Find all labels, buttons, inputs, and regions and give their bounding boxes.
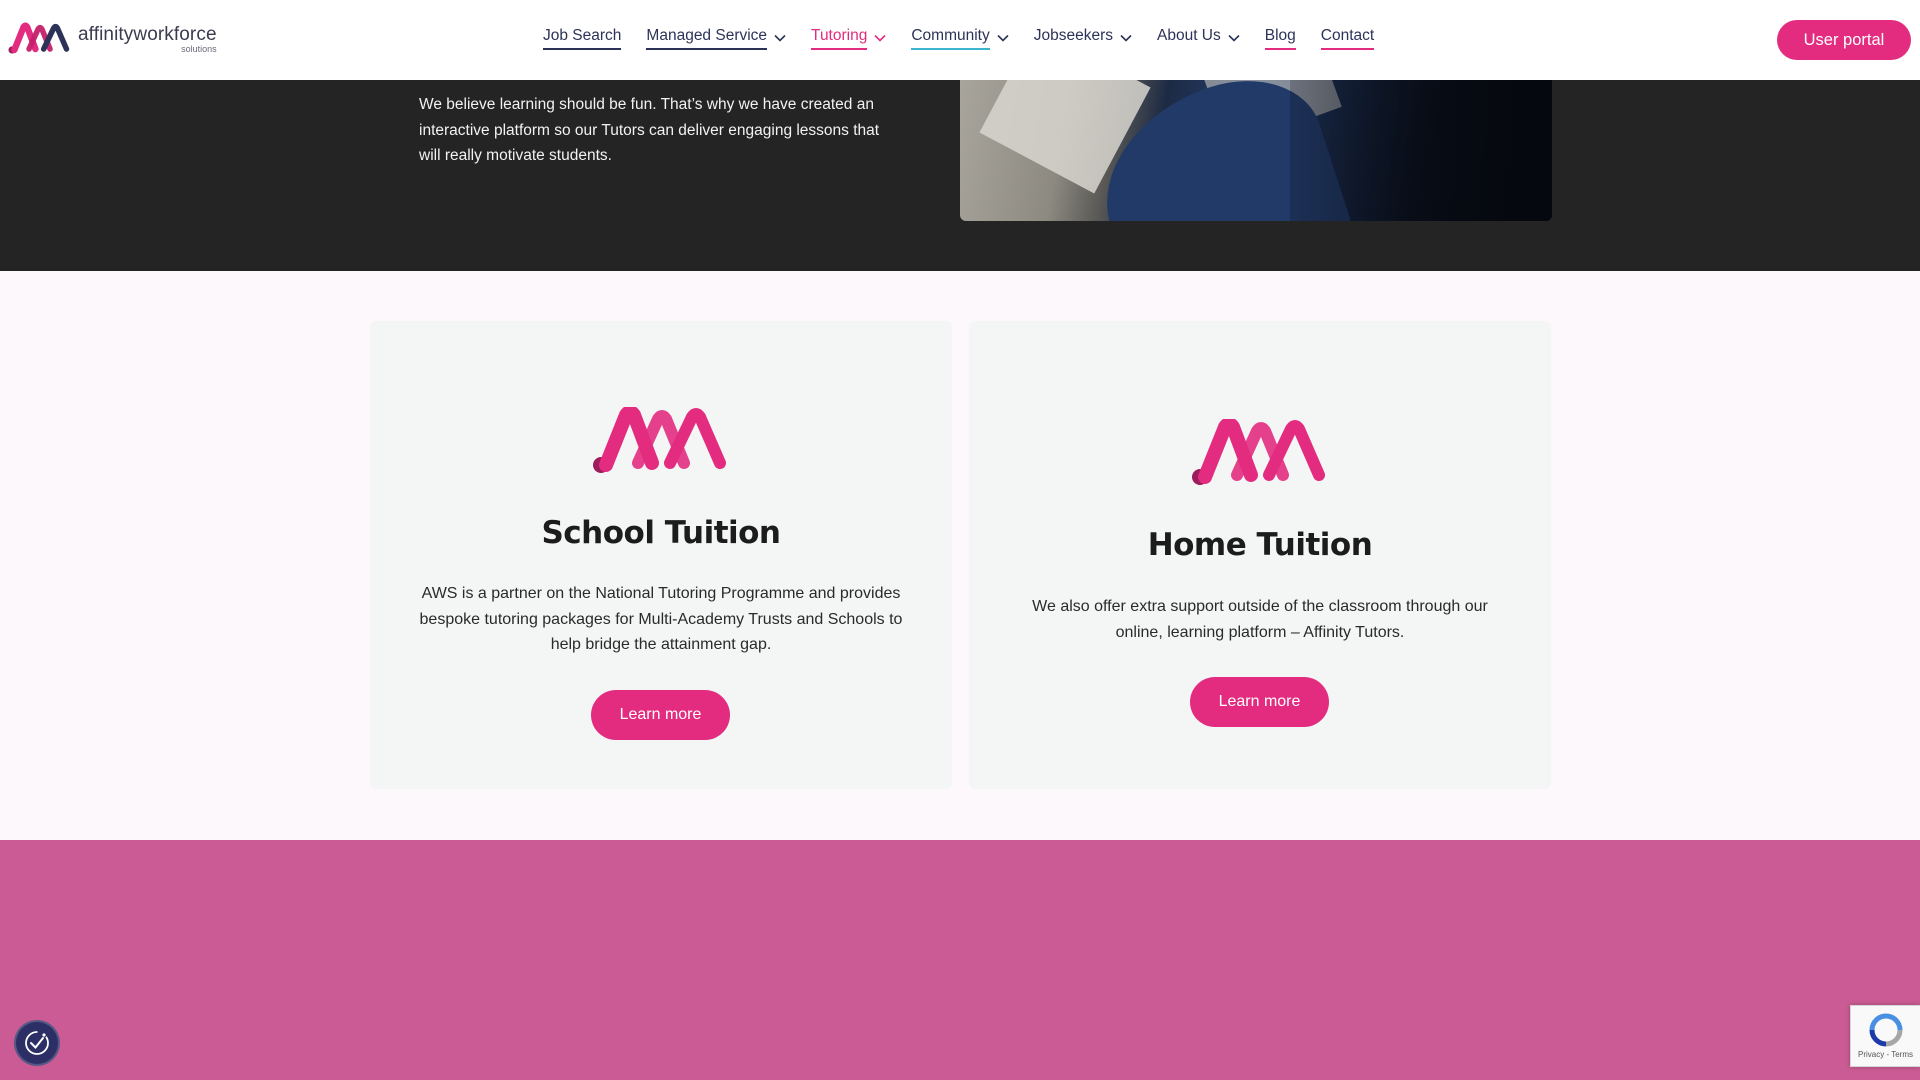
chevron-down-icon bbox=[1228, 34, 1240, 42]
nav-label: Tutoring bbox=[811, 27, 868, 50]
aws-logo-icon bbox=[593, 407, 726, 473]
card-title: Home Tuition bbox=[1147, 527, 1373, 563]
card-description: We also offer extra support outside of t… bbox=[1032, 598, 1488, 641]
nav-jobseekers[interactable]: Jobseekers bbox=[1034, 27, 1132, 50]
nav-managed-service[interactable]: Managed Service bbox=[646, 27, 786, 50]
site-header: affinityworkforce solutions Job Search M… bbox=[0, 0, 1920, 80]
nav-blog[interactable]: Blog bbox=[1264, 27, 1296, 50]
chevron-down-icon bbox=[874, 34, 886, 42]
recaptcha-badge[interactable]: Privacy - Terms bbox=[1850, 1005, 1920, 1067]
hero-photo bbox=[960, 80, 1552, 221]
chevron-down-icon bbox=[774, 34, 786, 42]
nav-label: Blog bbox=[1264, 27, 1296, 50]
nav-label: Managed Service bbox=[646, 27, 768, 50]
main-nav: Job Search Managed Service Tutoring Comm… bbox=[543, 27, 1399, 50]
recaptcha-terms: Privacy - Terms bbox=[1858, 1050, 1913, 1059]
school-tuition-card: School Tuition AWS is a partner on the N… bbox=[370, 321, 952, 789]
chevron-down-icon bbox=[1120, 34, 1132, 42]
learn-more-button[interactable]: Learn more bbox=[1190, 677, 1329, 727]
recaptcha-icon bbox=[1869, 1013, 1902, 1047]
logo-text: affinityworkforce solutions bbox=[78, 25, 217, 54]
card-description: AWS is a partner on the National Tutorin… bbox=[419, 585, 903, 653]
logo-subtitle: solutions bbox=[181, 43, 217, 54]
nav-label: Job Search bbox=[543, 27, 622, 50]
nav-tutoring[interactable]: Tutoring bbox=[811, 27, 886, 50]
nav-contact[interactable]: Contact bbox=[1320, 27, 1375, 50]
site-logo[interactable]: affinityworkforce solutions bbox=[8, 22, 217, 56]
card-title: School Tuition bbox=[541, 515, 781, 551]
hero-description: We believe learning should be fun. That’… bbox=[419, 96, 880, 164]
nav-job-search[interactable]: Job Search bbox=[543, 27, 622, 50]
nav-label: About Us bbox=[1157, 27, 1221, 44]
chevron-down-icon bbox=[997, 34, 1009, 42]
user-portal-button[interactable]: User portal bbox=[1777, 20, 1911, 60]
nav-label: Jobseekers bbox=[1033, 27, 1113, 44]
aws-logo-icon bbox=[1192, 419, 1325, 485]
logo-mark-icon bbox=[8, 22, 70, 54]
hero-section: We believe learning should be fun. That’… bbox=[0, 80, 1920, 271]
learn-more-button[interactable]: Learn more bbox=[591, 690, 730, 740]
nav-label: Contact bbox=[1320, 27, 1375, 50]
pink-section bbox=[0, 840, 1920, 1080]
logo-name: affinityworkforce bbox=[78, 23, 217, 45]
photo-shade bbox=[1290, 80, 1552, 221]
nav-about-us[interactable]: About Us bbox=[1157, 27, 1240, 50]
nav-community[interactable]: Community bbox=[911, 27, 1009, 50]
accessibility-button[interactable] bbox=[14, 1020, 60, 1066]
home-tuition-card: Home Tuition We also offer extra support… bbox=[969, 321, 1551, 789]
nav-label: Community bbox=[911, 27, 990, 50]
accessibility-icon bbox=[25, 1031, 49, 1055]
